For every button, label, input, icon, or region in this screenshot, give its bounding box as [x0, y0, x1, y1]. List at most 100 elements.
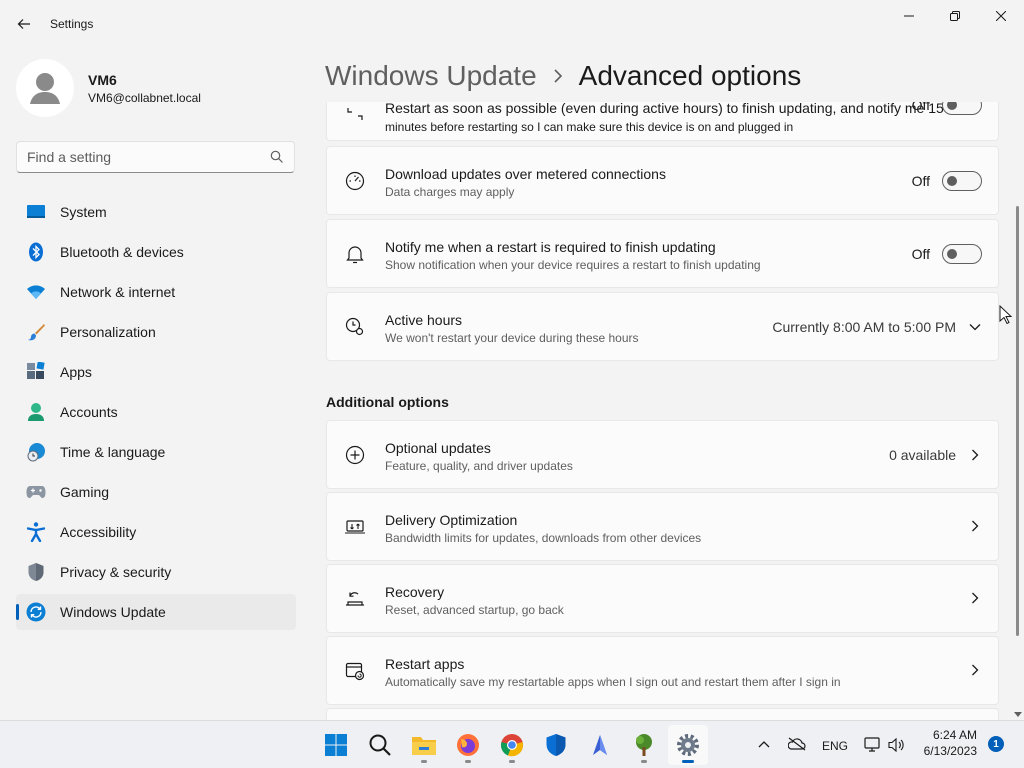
breadcrumb-parent[interactable]: Windows Update — [325, 60, 537, 92]
restart-apps-card[interactable]: Restart apps Automatically save my resta… — [326, 636, 999, 705]
sidebar-item-apps[interactable]: Apps — [16, 354, 296, 390]
sidebar-item-label: Gaming — [60, 484, 110, 500]
restore-icon — [950, 11, 960, 21]
sidebar-item-label: Time & language — [60, 444, 166, 460]
scrollbar[interactable] — [1013, 96, 1023, 720]
delivery-optimization-title: Delivery Optimization — [385, 512, 518, 528]
sidebar-nav: System Bluetooth & devices Network & int… — [16, 194, 296, 634]
network-icon[interactable] — [864, 737, 882, 753]
sidebar-item-bluetooth[interactable]: Bluetooth & devices — [16, 234, 296, 270]
taskbar-file-explorer[interactable] — [404, 725, 444, 765]
restart-apps-control — [956, 663, 982, 677]
search-input[interactable] — [17, 142, 257, 172]
plus-circle-icon — [344, 444, 366, 466]
taskbar-tree-app[interactable] — [624, 725, 664, 765]
sidebar-item-time-language[interactable]: Time & language — [16, 434, 296, 470]
restart-asap-toggle[interactable] — [942, 102, 982, 115]
optional-updates-control: 0 available — [889, 447, 982, 463]
app-icon — [593, 735, 607, 755]
sidebar-item-gaming[interactable]: Gaming — [16, 474, 296, 510]
user-icon — [30, 73, 60, 104]
chevron-right-icon — [968, 663, 982, 677]
profile-name: VM6 — [88, 71, 117, 88]
notify-restart-card: Notify me when a restart is required to … — [326, 219, 999, 288]
sidebar-item-accessibility[interactable]: Accessibility — [16, 514, 296, 550]
recovery-card[interactable]: Recovery Reset, advanced startup, go bac… — [326, 564, 999, 633]
notify-restart-toggle[interactable] — [942, 244, 982, 264]
taskbar-app[interactable] — [580, 725, 620, 765]
windows-update-icon — [26, 602, 46, 622]
chevron-down-icon[interactable] — [968, 320, 982, 334]
delivery-optimization-subtitle: Bandwidth limits for updates, downloads … — [385, 531, 702, 545]
search-icon[interactable] — [270, 150, 284, 164]
sidebar-item-personalization[interactable]: Personalization — [16, 314, 296, 350]
metered-toggle[interactable] — [942, 171, 982, 191]
sidebar-item-network[interactable]: Network & internet — [16, 274, 296, 310]
notify-restart-control: Off — [912, 244, 982, 264]
sidebar-item-accounts[interactable]: Accounts — [16, 394, 296, 430]
clock-time: 6:24 AM — [932, 728, 977, 742]
sidebar-item-privacy-security[interactable]: Privacy & security — [16, 554, 296, 590]
system-icon — [26, 202, 46, 222]
chevron-up-icon[interactable] — [758, 740, 770, 748]
recovery-subtitle: Reset, advanced startup, go back — [385, 603, 564, 617]
clock[interactable]: 6:24 AM 6/13/2023 — [915, 728, 977, 758]
restart-asap-card: Restart as soon as possible (even during… — [326, 102, 999, 141]
recovery-title: Recovery — [385, 584, 445, 600]
sidebar-item-label: System — [60, 204, 107, 220]
metered-title: Download updates over metered connection… — [385, 166, 666, 182]
scrollbar-thumb[interactable] — [1016, 206, 1019, 636]
optional-updates-value: 0 available — [889, 447, 956, 463]
profile-email: VM6@collabnet.local — [88, 90, 201, 105]
taskbar-firefox[interactable] — [448, 725, 488, 765]
optional-updates-subtitle: Feature, quality, and driver updates — [385, 459, 573, 473]
firefox-icon — [457, 734, 479, 756]
delivery-optimization-icon — [344, 516, 366, 538]
restart-asap-control: Off — [912, 102, 982, 115]
volume-icon[interactable] — [888, 737, 906, 753]
breadcrumb: Windows Update Advanced options — [325, 56, 801, 96]
optional-updates-card[interactable]: Optional updates Feature, quality, and d… — [326, 420, 999, 489]
bell-icon — [344, 243, 366, 265]
next-card[interactable] — [326, 708, 999, 720]
network-disconnected-icon[interactable] — [788, 737, 806, 751]
defender-icon — [546, 734, 566, 756]
notification-badge[interactable]: 1 — [988, 736, 1004, 752]
accessibility-icon — [26, 522, 46, 542]
sidebar-item-label: Accounts — [60, 404, 118, 420]
minimize-button[interactable] — [886, 0, 932, 32]
close-button[interactable] — [978, 0, 1024, 32]
restart-apps-icon — [344, 660, 366, 682]
search-icon — [369, 734, 391, 756]
sidebar-item-label: Personalization — [60, 324, 156, 340]
taskbar-search-button[interactable] — [360, 725, 400, 765]
sidebar-item-windows-update[interactable]: Windows Update — [16, 594, 296, 630]
shield-icon — [26, 562, 46, 582]
restore-button[interactable] — [932, 0, 978, 32]
user-profile[interactable]: VM6 VM6@collabnet.local — [16, 58, 201, 118]
taskbar-settings[interactable] — [668, 725, 708, 765]
sidebar-item-system[interactable]: System — [16, 194, 296, 230]
sidebar-item-label: Accessibility — [60, 524, 137, 540]
language-indicator[interactable]: ENG — [822, 739, 848, 753]
taskbar-chrome[interactable] — [492, 725, 532, 765]
taskbar-defender[interactable] — [536, 725, 576, 765]
active-hours-card[interactable]: Active hours We won't restart your devic… — [326, 292, 999, 361]
file-explorer-icon — [412, 737, 436, 755]
scroll-down-arrow-icon[interactable] — [1014, 712, 1022, 718]
settings-icon — [677, 734, 699, 756]
restart-asap-title: Restart as soon as possible (even during… — [385, 102, 944, 116]
restart-apps-title: Restart apps — [385, 656, 465, 672]
taskbar-start-button[interactable] — [316, 725, 356, 765]
notify-restart-subtitle: Show notification when your device requi… — [385, 258, 761, 272]
restart-asap-subtitle: minutes before restarting so I can make … — [385, 120, 794, 134]
sidebar-item-label: Network & internet — [60, 284, 176, 300]
notify-restart-title: Notify me when a restart is required to … — [385, 239, 716, 255]
delivery-optimization-card[interactable]: Delivery Optimization Bandwidth limits f… — [326, 492, 999, 561]
accounts-icon — [26, 402, 46, 422]
minimize-icon — [904, 15, 914, 17]
mouse-cursor-icon — [999, 305, 1013, 325]
chevron-right-icon — [968, 519, 982, 533]
wifi-icon — [26, 282, 46, 302]
back-button[interactable] — [10, 10, 38, 38]
